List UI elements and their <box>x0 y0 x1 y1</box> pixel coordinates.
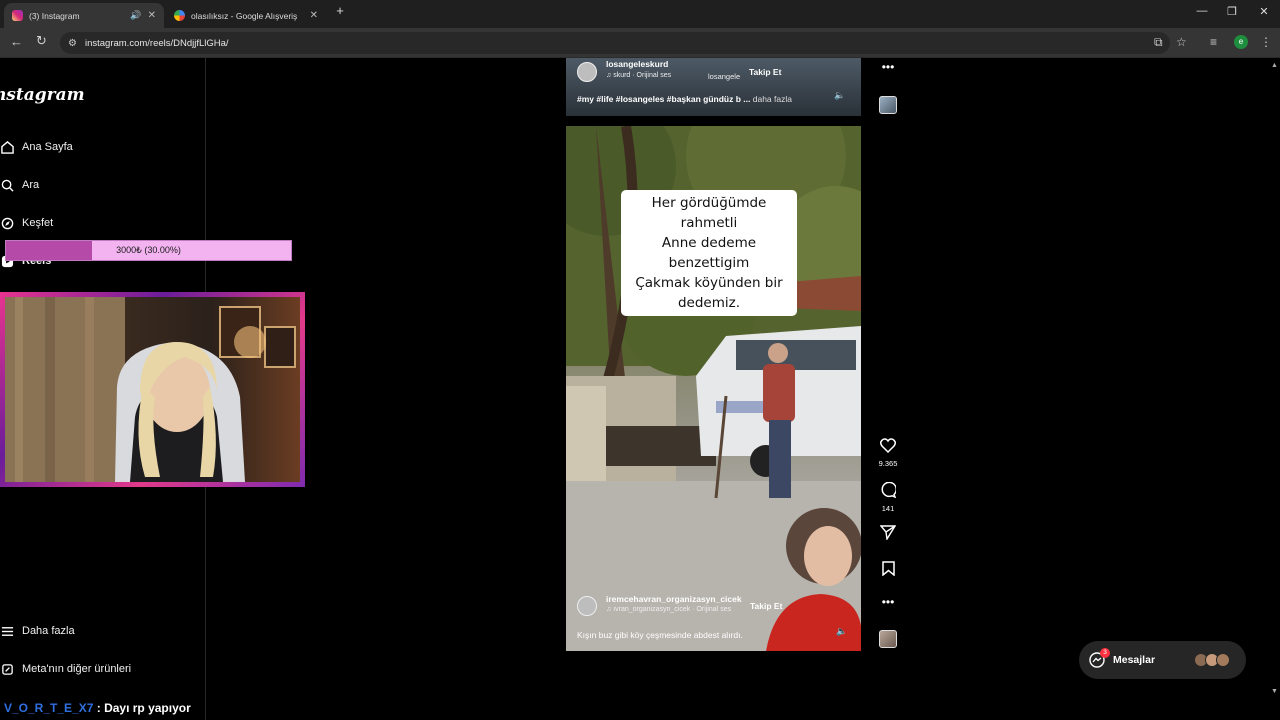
back-icon[interactable]: ← <box>10 35 23 49</box>
nav-label: Keşfet <box>22 217 54 229</box>
meta-icon <box>0 662 14 676</box>
donation-progress-text: 3000₺ (30.00%) <box>116 245 181 255</box>
reel-caption-text: #my #life #losangeles #başkan gündüz b .… <box>577 94 751 104</box>
nav-label: Ara <box>22 179 40 191</box>
donation-progress-bar: 3000₺ (30.00%) <box>5 240 292 261</box>
video-text-overlay: Her gördüğümde rahmetli Anne dedeme benz… <box>621 190 797 316</box>
overlay-line: Çakmak köyünden bir <box>635 275 783 291</box>
tab-title: (3) Instagram <box>29 10 80 21</box>
more-options-icon[interactable]: ••• <box>876 595 900 609</box>
save-button[interactable] <box>876 561 900 581</box>
close-tab-icon[interactable]: ✕ <box>310 10 318 21</box>
reload-icon[interactable]: ↻ <box>36 34 47 48</box>
restore-icon[interactable]: ❐ <box>1222 5 1242 18</box>
page-scrollbar[interactable]: ▲ ▼ <box>1268 58 1280 720</box>
webcam-scene-image <box>5 297 296 482</box>
minimize-icon[interactable]: — <box>1192 5 1212 17</box>
url-text: instagram.com/reels/DNdjjfLlGHa/ <box>84 37 229 49</box>
heart-icon <box>879 438 897 454</box>
search-icon <box>0 178 14 192</box>
messages-label: Mesajlar <box>1113 654 1156 666</box>
reel-audio-text: ıvran_organizasyn_cicek · Orijinal ses <box>613 606 732 613</box>
menu-icon <box>0 624 14 638</box>
message-avatars <box>1194 653 1230 667</box>
comment-button[interactable]: 141 <box>876 481 900 513</box>
comment-icon <box>881 481 897 499</box>
webcam-feed <box>5 297 300 482</box>
reel-card-previous[interactable]: losangeleskurd ♫ skurd · Orijinal ses lo… <box>566 58 861 116</box>
close-tab-icon[interactable]: ✕ <box>148 10 156 21</box>
media-control-icon[interactable]: ≡ <box>1210 35 1217 49</box>
overlay-line: Anne dedeme benzettigim <box>661 235 757 271</box>
tab-instagram[interactable]: (3) Instagram 🔊 ✕ <box>4 3 164 28</box>
home-icon <box>0 140 14 154</box>
nav-label: Meta'nın diğer ürünleri <box>22 663 132 675</box>
reel-caption[interactable]: #my #life #losangeles #başkan gündüz b .… <box>577 94 792 104</box>
nav-label: Daha fazla <box>22 625 75 637</box>
instagram-favicon-icon <box>12 10 23 21</box>
speaker-icon[interactable]: 🔈 <box>834 90 845 101</box>
tab-google-shopping[interactable]: olasılıksız - Google Alışveriş ✕ <box>166 3 326 28</box>
nav-label: Ana Sayfa <box>22 141 73 153</box>
comment-count: 141 <box>881 504 895 513</box>
profile-avatar[interactable]: e <box>1234 35 1248 49</box>
nav-search[interactable]: Ara <box>0 178 39 192</box>
browser-toolbar: ← ↻ ⚙ instagram.com/reels/DNdjjfLlGHa/ ⧉… <box>0 28 1280 58</box>
chat-username: V_O_R_T_E_X7 <box>4 701 94 715</box>
chat-text: Dayı rp yapıyor <box>104 701 191 715</box>
new-tab-icon[interactable]: + <box>330 3 350 18</box>
reel-user-avatar[interactable] <box>577 596 597 616</box>
nav-more[interactable]: Daha fazla <box>0 624 75 638</box>
reel-card-current[interactable]: Her gördüğümde rahmetli Anne dedeme benz… <box>566 126 861 651</box>
address-bar[interactable]: ⚙ instagram.com/reels/DNdjjfLlGHa/ <box>60 32 1170 54</box>
follow-button[interactable]: Takip Et <box>749 67 781 77</box>
reel-username[interactable]: losangeleskurd <box>606 59 668 69</box>
nav-explore[interactable]: Keşfet <box>0 216 53 230</box>
like-count: 9.365 <box>878 459 898 468</box>
reel-audio-text: skurd · Orijinal ses <box>613 72 672 79</box>
nav-home[interactable]: Ana Sayfa <box>0 140 73 154</box>
nav-meta-products[interactable]: Meta'nın diğer ürünleri <box>0 662 131 676</box>
compass-icon <box>0 216 14 230</box>
speaker-icon[interactable]: 🔈 <box>836 626 847 637</box>
reel-audio[interactable]: ♫ ıvran_organizasyn_cicek · Orijinal ses <box>606 606 731 613</box>
install-app-icon[interactable]: ⧉ <box>1154 35 1163 50</box>
browser-menu-icon[interactable]: ⋮ <box>1260 35 1272 49</box>
overlay-line: Her gördüğümde rahmetli <box>651 195 767 231</box>
like-button[interactable]: 9.365 <box>876 438 900 468</box>
more-options-icon[interactable]: ••• <box>876 60 900 74</box>
browser-tab-bar: (3) Instagram 🔊 ✕ olasılıksız - Google A… <box>0 0 1280 28</box>
follow-button[interactable]: Takip Et <box>750 601 782 611</box>
reel-audio[interactable]: ♫ skurd · Orijinal ses <box>606 72 671 79</box>
send-icon <box>879 525 897 542</box>
audio-thumbnail[interactable] <box>876 96 900 114</box>
chat-separator: : <box>93 701 105 715</box>
speaker-icon[interactable]: 🔊 <box>130 10 141 21</box>
more-link[interactable]: daha fazla <box>753 94 792 104</box>
messages-button[interactable]: 3 Mesajlar <box>1079 641 1246 679</box>
share-button[interactable] <box>876 525 900 545</box>
reel-username[interactable]: iremcehavran_organizasyn_cicek <box>606 594 742 604</box>
site-settings-icon[interactable]: ⚙ <box>68 38 77 49</box>
messages-badge: 3 <box>1100 648 1110 658</box>
overlay-line: dedemiz. <box>677 295 741 311</box>
avatar <box>1216 653 1230 667</box>
close-window-icon[interactable]: ✕ <box>1254 5 1274 18</box>
bookmark-star-icon[interactable]: ☆ <box>1176 35 1187 49</box>
tab-title: olasılıksız - Google Alışveriş <box>191 10 298 21</box>
scroll-up-icon[interactable]: ▲ <box>1271 62 1278 69</box>
bookmark-icon <box>881 561 895 577</box>
google-favicon-icon <box>174 10 185 21</box>
stream-chat-message: V_O_R_T_E_X7 : Dayı rp yapıyor <box>4 701 191 715</box>
instagram-logo[interactable]: Instagram <box>0 85 85 105</box>
webcam-overlay <box>0 292 305 487</box>
reel-user-avatar[interactable] <box>577 62 597 82</box>
reel-caption[interactable]: Kışın buz gibi köy çeşmesinde abdest alı… <box>577 630 743 640</box>
audio-thumbnail[interactable] <box>876 630 900 648</box>
scroll-down-icon[interactable]: ▼ <box>1271 688 1278 695</box>
reel-location[interactable]: losangele <box>708 72 740 81</box>
